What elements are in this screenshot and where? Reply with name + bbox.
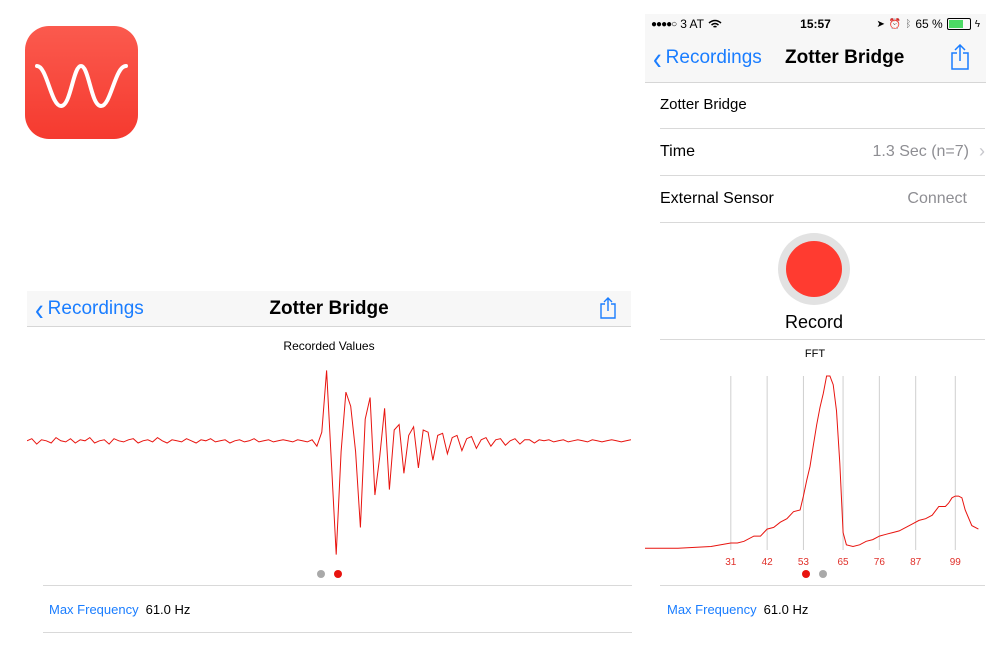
max-frequency-label[interactable]: Max Frequency [667, 602, 757, 617]
share-icon [951, 43, 969, 70]
fft-tick-label: 87 [910, 557, 922, 568]
recorded-values-chart [27, 370, 631, 555]
fft-chart: 31 42 53 65 76 87 99 [645, 375, 979, 568]
time-value: 1.3 Sec (n=7) [872, 143, 970, 160]
divider [660, 175, 985, 176]
fft-tick-label: 53 [798, 557, 810, 568]
right-nav-bar: ‹ Recordings Zotter Bridge [645, 34, 986, 83]
divider [43, 585, 632, 586]
divider [660, 128, 985, 129]
divider [660, 339, 985, 340]
recording-name: Zotter Bridge [660, 96, 747, 113]
fft-tick-label: 31 [725, 557, 737, 568]
record-button[interactable] [786, 241, 842, 297]
waveform-series-line [27, 370, 631, 555]
share-button[interactable] [950, 43, 970, 75]
share-button[interactable] [599, 297, 617, 324]
fft-tick-label: 65 [837, 557, 849, 568]
connect-button[interactable]: Connect [907, 190, 967, 208]
status-bar: ●●●●○ 3 AT 15:57 ➤ ⏰ ᛒ 65 % ϟ [645, 14, 986, 34]
fft-series-line [645, 375, 979, 549]
max-frequency-label[interactable]: Max Frequency [49, 602, 139, 617]
recording-name-field[interactable]: Zotter Bridge [660, 96, 985, 113]
status-right: ➤ ⏰ ᛒ 65 % ϟ [877, 17, 981, 31]
time-label: Time [660, 143, 695, 160]
app-icon[interactable] [25, 26, 138, 139]
divider [43, 632, 632, 633]
fft-title: FFT [804, 348, 826, 360]
chevron-left-icon: ‹ [653, 40, 662, 76]
divider [660, 222, 985, 223]
fft-tick-label: 76 [874, 557, 886, 568]
location-arrow-icon: ➤ [876, 18, 885, 30]
record-label: Record [784, 312, 844, 332]
back-button[interactable]: ‹ Recordings [653, 34, 762, 82]
page-dot-1[interactable] [317, 570, 325, 578]
back-button-label: Recordings [665, 47, 762, 68]
chevron-right-icon: › [979, 141, 985, 161]
alarm-icon: ⏰ [888, 18, 902, 30]
fft-tick-label: 42 [762, 557, 774, 568]
max-frequency-row: Max Frequency 61.0 Hz [667, 602, 808, 617]
waveform-icon [35, 63, 128, 109]
battery-percent: 65 % [915, 17, 943, 31]
bluetooth-icon: ᛒ [905, 18, 912, 30]
divider [660, 585, 985, 586]
battery-icon [946, 18, 971, 30]
left-nav-bar: ‹ Recordings Zotter Bridge [27, 291, 631, 327]
nav-title: Zotter Bridge [785, 47, 905, 68]
max-frequency-value: 61.0 Hz [145, 602, 191, 617]
page-dot-1[interactable] [802, 570, 810, 578]
page-dot-2[interactable] [819, 570, 827, 578]
nav-title: Zotter Bridge [269, 297, 389, 319]
page-dot-2[interactable] [334, 570, 342, 578]
external-sensor-row: External Sensor Connect [660, 190, 985, 208]
share-icon [600, 297, 616, 319]
time-row[interactable]: Time 1.3 Sec (n=7) › [660, 141, 985, 161]
chart-title: Recorded Values [283, 339, 375, 353]
external-sensor-label: External Sensor [660, 190, 774, 207]
fft-tick-label: 99 [950, 557, 962, 568]
charging-bolt-icon: ϟ [974, 18, 980, 30]
max-frequency-row: Max Frequency 61.0 Hz [49, 602, 190, 617]
max-frequency-value: 61.0 Hz [763, 602, 809, 617]
